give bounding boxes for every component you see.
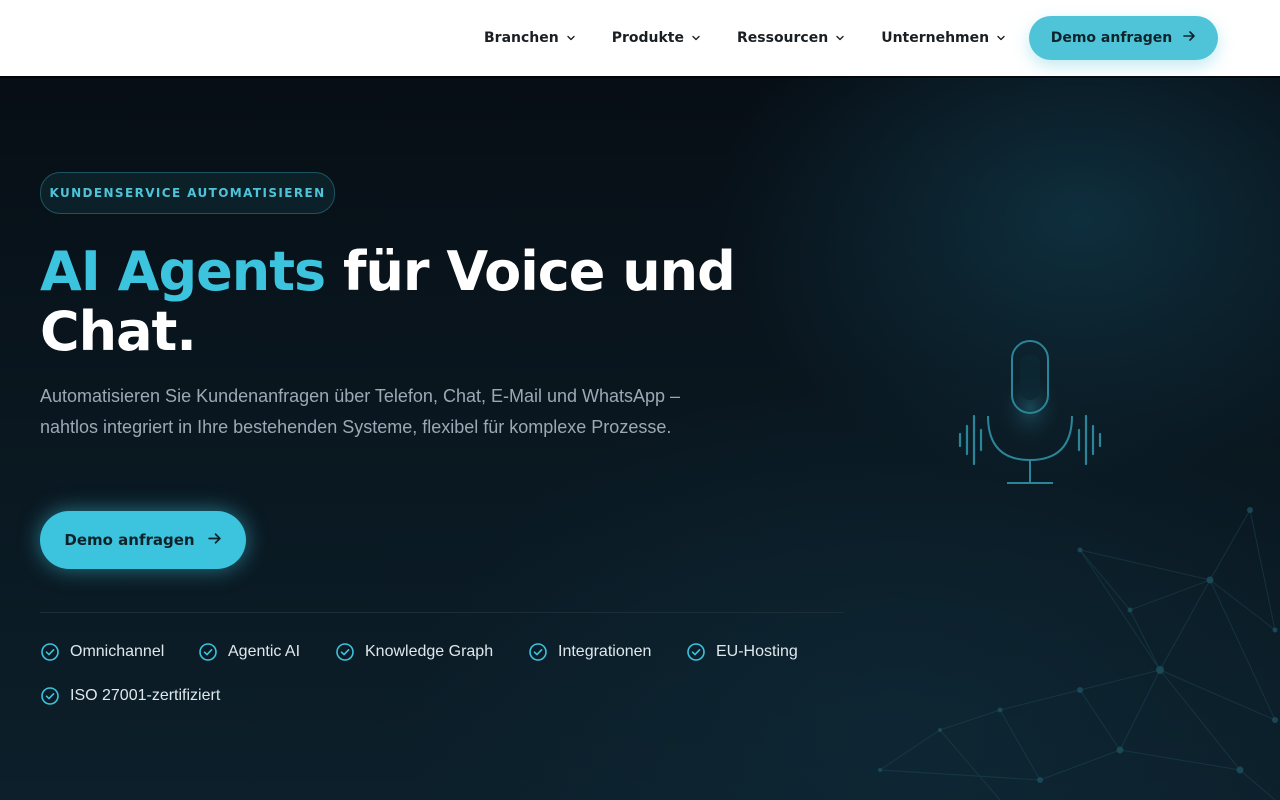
- feature-item-omnichannel: Omnichannel: [40, 642, 164, 662]
- check-circle-icon: [198, 642, 218, 662]
- check-circle-icon: [528, 642, 548, 662]
- nav-item-label: Produkte: [611, 30, 684, 46]
- microphone-icon: [958, 340, 1102, 484]
- chevron-down-icon: [995, 32, 1007, 44]
- check-circle-icon: [335, 642, 355, 662]
- feature-label: ISO 27001-zertifiziert: [70, 687, 221, 704]
- header-demo-button-label: Demo anfragen: [1050, 30, 1173, 46]
- site-header: Branchen Produkte Ressourcen Unternehmen…: [0, 0, 1280, 76]
- feature-label: EU-Hosting: [716, 643, 798, 660]
- chevron-down-icon: [834, 32, 846, 44]
- feature-item-integrationen: Integrationen: [528, 642, 651, 662]
- check-circle-icon: [40, 642, 60, 662]
- hero-demo-button[interactable]: Demo anfragen: [40, 511, 246, 569]
- arrow-right-icon: [1182, 29, 1196, 47]
- hero-headline: AI Agents für Voice und Chat.: [40, 242, 760, 362]
- eyebrow-label: KUNDENSERVICE AUTOMATISIEREN: [49, 186, 326, 200]
- nav-item-label: Ressourcen: [737, 30, 829, 46]
- hero-section: KUNDENSERVICE AUTOMATISIEREN AI Agents f…: [0, 76, 1280, 800]
- feature-item-agentic-ai: Agentic AI: [198, 642, 300, 662]
- nav-item-produkte[interactable]: Produkte: [612, 30, 702, 46]
- nav-item-label: Unternehmen: [881, 30, 990, 46]
- headline-accent: AI Agents: [40, 240, 326, 303]
- main-nav: Branchen Produkte Ressourcen Unternehmen: [484, 0, 1042, 76]
- chevron-down-icon: [565, 32, 577, 44]
- chevron-down-icon: [690, 32, 702, 44]
- feature-label: Agentic AI: [228, 643, 301, 660]
- feature-label: Omnichannel: [70, 643, 165, 660]
- feature-item-iso-27001: ISO 27001-zertifiziert: [40, 686, 220, 706]
- feature-label: Knowledge Graph: [365, 643, 494, 660]
- feature-item-eu-hosting: EU-Hosting: [686, 642, 798, 662]
- nav-item-label: Branchen: [484, 30, 559, 46]
- nav-item-branchen[interactable]: Branchen: [484, 30, 577, 46]
- header-demo-button[interactable]: Demo anfragen: [1029, 16, 1218, 60]
- nav-item-unternehmen[interactable]: Unternehmen: [881, 30, 1007, 46]
- check-circle-icon: [686, 642, 706, 662]
- hero-subtext: Automatisieren Sie Kundenanfragen über T…: [40, 386, 681, 437]
- nav-item-ressourcen[interactable]: Ressourcen: [737, 30, 846, 46]
- eyebrow-badge: KUNDENSERVICE AUTOMATISIEREN: [40, 172, 335, 214]
- hero-demo-button-label: Demo anfragen: [64, 531, 195, 549]
- arrow-right-icon: [207, 531, 222, 550]
- feature-label: Integrationen: [558, 643, 652, 660]
- feature-item-knowledge-graph: Knowledge Graph: [335, 642, 493, 662]
- divider: [40, 612, 844, 613]
- check-circle-icon: [40, 686, 60, 706]
